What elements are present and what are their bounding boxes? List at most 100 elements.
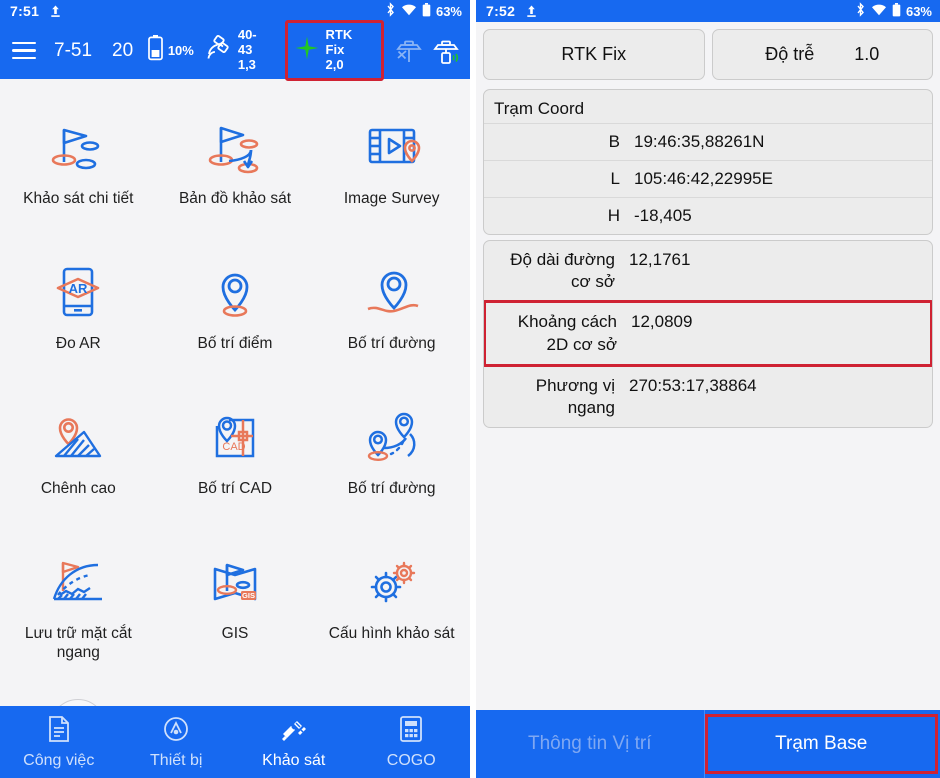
nav-item-cong-viec[interactable]: Công việc bbox=[0, 715, 118, 770]
battery-percent: 63% bbox=[435, 3, 462, 19]
rover-antenna-connected-icon[interactable] bbox=[432, 36, 462, 66]
nav-item-cogo[interactable]: COGO bbox=[353, 715, 471, 770]
bluetooth-icon bbox=[855, 2, 866, 20]
satellite-indicator[interactable]: 40-43 1,3 bbox=[206, 27, 271, 73]
rtk-status-text: RTK Fix bbox=[325, 27, 353, 58]
battery-icon bbox=[892, 2, 901, 20]
tile-label: Chênh cao bbox=[40, 480, 116, 497]
tile-khao-sat-chi-tiet[interactable]: Khảo sát chi tiết bbox=[0, 101, 157, 246]
tab-label: Trạm Base bbox=[775, 733, 868, 754]
baseline-info-card: Độ dài đường cơ sở 12,1761 Khoảng cách 2… bbox=[483, 240, 933, 428]
point-stakeout-icon bbox=[203, 260, 267, 324]
nav-label: COGO bbox=[386, 751, 436, 769]
row-key: L bbox=[610, 169, 620, 189]
tile-label: Bố trí điểm bbox=[197, 335, 273, 352]
nav-label: Công việc bbox=[23, 751, 95, 769]
function-tile-grid: Khảo sát chi tiết Bản đồ khảo sát Image … bbox=[0, 79, 470, 755]
right-bottom-tabs: Thông tin Vị trí Trạm Base bbox=[476, 710, 940, 778]
status-time: 7:51 bbox=[10, 3, 40, 19]
rtk-age-value: 2,0 bbox=[325, 56, 344, 72]
tile-image-survey[interactable]: Image Survey bbox=[313, 101, 470, 246]
satellite-hrms: 1,3 bbox=[237, 56, 256, 72]
battery-icon bbox=[422, 2, 431, 20]
rtk-status-button[interactable]: RTK Fix bbox=[483, 29, 705, 80]
svg-text:AR: AR bbox=[69, 281, 88, 296]
table-row-highlighted[interactable]: Khoảng cách 2D cơ sở 12,0809 bbox=[484, 300, 932, 367]
calculator-icon bbox=[398, 715, 424, 748]
tab-label: Thông tin Vị trí bbox=[527, 733, 652, 754]
row-key: H bbox=[607, 206, 620, 226]
document-icon bbox=[46, 715, 72, 748]
left-phone-screen: 7:51 63% 7-51 20 10% 40-43 1,3 RTK Fix 2… bbox=[0, 0, 470, 778]
row-value: -18,405 bbox=[634, 206, 692, 226]
tile-label: Bố trí đường bbox=[347, 480, 436, 497]
status-right-icons: 63% bbox=[385, 2, 462, 20]
road-stakeout-icon bbox=[360, 405, 424, 469]
nav-item-thiet-bi[interactable]: Thiết bị bbox=[118, 715, 236, 770]
device-battery-indicator: 10% bbox=[147, 35, 194, 66]
row-key: Phương vị ngang bbox=[535, 375, 615, 417]
device-battery-icon bbox=[147, 35, 163, 66]
table-row[interactable]: L 105:46:42,22995E bbox=[484, 160, 932, 197]
left-app-toolbar: 7-51 20 10% 40-43 1,3 RTK Fix 2,0 bbox=[0, 20, 470, 81]
rtk-status-label: RTK Fix bbox=[561, 44, 627, 64]
row-value: 270:53:17,38864 bbox=[629, 375, 757, 395]
line-stakeout-icon bbox=[360, 260, 424, 324]
detail-survey-icon bbox=[46, 115, 110, 179]
right-phone-screen: 7:52 63% RTK Fix Độ trễ 1.0 Trạm Coord B… bbox=[476, 0, 940, 778]
tab-tram-base[interactable]: Trạm Base bbox=[704, 714, 938, 774]
tab-thong-tin-vi-tri[interactable]: Thông tin Vị trí bbox=[476, 710, 705, 778]
tile-bo-tri-diem[interactable]: Bố trí điểm bbox=[157, 246, 314, 391]
row-key: Độ dài đường cơ sở bbox=[510, 250, 615, 292]
status-time: 7:52 bbox=[486, 3, 516, 19]
station-coord-card: Trạm Coord B 19:46:35,88261N L 105:46:42… bbox=[483, 89, 933, 236]
base-antenna-disconnected-icon[interactable] bbox=[394, 36, 424, 66]
tile-label: Bản đồ khảo sát bbox=[178, 190, 291, 207]
dual-screenshot-container: 7:51 63% 7-51 20 10% 40-43 1,3 RTK Fix 2… bbox=[0, 0, 940, 778]
survey-tools-icon bbox=[280, 715, 308, 748]
job-name-label[interactable]: 7-51 bbox=[54, 40, 92, 62]
bluetooth-icon bbox=[385, 2, 396, 20]
latency-button[interactable]: Độ trễ 1.0 bbox=[711, 29, 933, 80]
wifi-icon bbox=[871, 3, 887, 19]
tile-label: Cấu hình khảo sát bbox=[328, 625, 455, 642]
table-row[interactable]: H -18,405 bbox=[484, 197, 932, 234]
tile-label: Khảo sát chi tiết bbox=[23, 190, 134, 207]
tile-label: Bố trí CAD bbox=[197, 480, 273, 497]
row-value: 12,1761 bbox=[629, 250, 691, 270]
elevation-difference-icon bbox=[46, 405, 110, 469]
rtk-status-indicator[interactable]: RTK Fix 2,0 bbox=[284, 20, 384, 81]
tile-bo-tri-cad[interactable]: CAD Bố trí CAD bbox=[157, 391, 314, 536]
table-row[interactable]: Phương vị ngang 270:53:17,38864 bbox=[484, 365, 932, 427]
battery-percent: 63% bbox=[905, 3, 932, 19]
hamburger-menu-icon[interactable] bbox=[12, 41, 36, 60]
cad-stakeout-icon: CAD bbox=[203, 405, 267, 469]
row-key: B bbox=[608, 132, 620, 151]
row-value: 12,0809 bbox=[631, 312, 693, 332]
device-antenna-icon bbox=[162, 715, 190, 748]
table-row[interactable]: Độ dài đường cơ sở 12,1761 bbox=[484, 241, 932, 301]
svg-text:CAD: CAD bbox=[222, 441, 245, 453]
tile-cau-hinh-khao-sat[interactable]: Cấu hình khảo sát bbox=[313, 536, 470, 681]
satellite-count: 40-43 bbox=[237, 27, 257, 58]
tile-chenh-cao[interactable]: Chênh cao bbox=[0, 391, 157, 536]
satellite-icon bbox=[206, 34, 234, 67]
tile-ban-do-khao-sat[interactable]: Bản đồ khảo sát bbox=[157, 101, 314, 246]
gis-icon: GIS bbox=[203, 550, 267, 614]
row-value: 19:46:35,88261N bbox=[634, 132, 765, 151]
tile-bo-tri-duong-1[interactable]: Bố trí đường bbox=[313, 246, 470, 391]
nav-label: Khảo sát bbox=[262, 751, 326, 769]
table-row[interactable]: B 19:46:35,88261N bbox=[484, 123, 932, 160]
tile-label: GIS bbox=[221, 625, 249, 642]
tile-gis[interactable]: GIS GIS bbox=[157, 536, 314, 681]
ar-measure-icon: AR bbox=[46, 260, 110, 324]
tile-bo-tri-duong-2[interactable]: Bố trí đường bbox=[313, 391, 470, 536]
tile-do-ar[interactable]: AR Đo AR bbox=[0, 246, 157, 391]
tile-luu-tru-mat-cat-ngang[interactable]: Lưu trữ mặt cắt ngang bbox=[0, 536, 157, 681]
nav-item-khao-sat[interactable]: Khảo sát bbox=[235, 715, 353, 770]
cross-section-storage-icon bbox=[46, 550, 110, 614]
left-bottom-navigation: Công việc Thiết bị Khảo sát COGO bbox=[0, 706, 470, 778]
toolbar-clipped-text: 20 bbox=[112, 39, 134, 61]
image-survey-icon bbox=[360, 115, 424, 179]
row-key: Khoảng cách 2D cơ sở bbox=[517, 312, 617, 354]
